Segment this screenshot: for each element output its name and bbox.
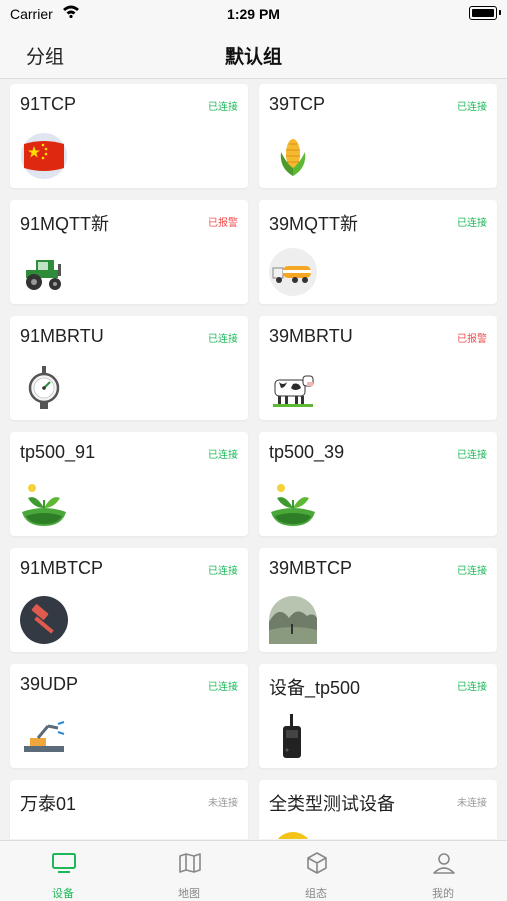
- device-card[interactable]: 设备_tp500 已连接: [259, 664, 497, 768]
- tab-bar: 设备 地图 组态 我的: [0, 840, 507, 901]
- device-status: 已连接: [457, 450, 487, 461]
- device-card[interactable]: 39MBTCP 已连接: [259, 548, 497, 652]
- device-status: 已连接: [208, 102, 238, 113]
- device-name: tp500_91: [20, 442, 96, 462]
- cube-icon: [307, 852, 327, 874]
- device-name: 91TCP: [20, 94, 77, 114]
- device-card[interactable]: 91MBRTU 已连接: [10, 316, 248, 420]
- device-name: 91MBRTU: [20, 326, 104, 346]
- tab-map[interactable]: 地图: [126, 841, 252, 901]
- device-status: 已报警: [208, 218, 238, 229]
- page-title: 默认组: [224, 47, 282, 68]
- tanker-truck-icon: [269, 248, 317, 296]
- device-name: 设备_tp500: [269, 678, 361, 698]
- device-status: 已连接: [457, 566, 487, 577]
- partial-yellow-icon: [277, 832, 309, 839]
- device-name: 39MBRTU: [269, 326, 353, 346]
- landscape-photo-icon: [269, 596, 317, 644]
- device-card[interactable]: tp500_91 已连接: [10, 432, 248, 536]
- device-name: tp500_39: [269, 442, 345, 462]
- corn-icon: [280, 139, 306, 176]
- pressure-gauge-icon: [28, 366, 60, 409]
- device-status: 已连接: [208, 682, 238, 693]
- sprout-icon: [22, 484, 66, 526]
- device-card[interactable]: 91MBTCP 已连接: [10, 548, 248, 652]
- device-status: 已连接: [208, 334, 238, 345]
- monitor-icon: [52, 853, 76, 873]
- device-card[interactable]: 91MQTT新 已报警: [10, 200, 248, 304]
- device-name: 39TCP: [269, 94, 326, 114]
- device-name: 91MBTCP: [20, 558, 104, 578]
- device-status: 已连接: [457, 682, 487, 693]
- device-name: 39MBTCP: [269, 558, 353, 578]
- walkie-talkie-icon: [283, 714, 301, 758]
- tractor-icon: [26, 260, 61, 290]
- tab-label: 组态: [305, 888, 327, 900]
- tab-profile[interactable]: 我的: [380, 841, 506, 901]
- device-name: 39MQTT新: [269, 214, 359, 234]
- device-status: 未连接: [457, 798, 487, 809]
- device-status: 未连接: [208, 798, 238, 809]
- tab-label: 设备: [52, 888, 74, 900]
- device-card[interactable]: 39UDP 已连接: [10, 664, 248, 768]
- battery-icon: [469, 6, 501, 20]
- device-name: 39UDP: [20, 674, 79, 694]
- hammer-icon: [20, 596, 68, 644]
- user-icon: [433, 853, 455, 874]
- device-status: 已连接: [457, 102, 487, 113]
- tab-label: 我的: [432, 888, 454, 900]
- device-status: 已报警: [457, 334, 487, 345]
- china-flag-icon: [21, 133, 67, 179]
- device-name: 91MQTT新: [20, 214, 110, 234]
- map-icon: [179, 853, 201, 873]
- tab-configuration[interactable]: 组态: [253, 841, 379, 901]
- device-name: 万泰01: [20, 794, 77, 814]
- device-status: 已连接: [208, 450, 238, 461]
- cow-icon: [273, 375, 314, 407]
- status-bar: Carrier 1:29 PM: [0, 0, 507, 30]
- tab-devices[interactable]: 设备: [0, 841, 126, 901]
- clock-label: 1:29 PM: [227, 6, 280, 22]
- navigation-bar: 分组 默认组: [0, 30, 507, 79]
- device-card[interactable]: 39MBRTU 已报警: [259, 316, 497, 420]
- device-card[interactable]: tp500_39 已连接: [259, 432, 497, 536]
- device-card[interactable]: 91TCP 已连接: [10, 84, 248, 188]
- device-name: 全类型测试设备: [269, 794, 395, 814]
- robot-arm-icon: [24, 721, 65, 752]
- device-card[interactable]: 全类型测试设备 未连接: [259, 780, 497, 839]
- tab-label: 地图: [178, 888, 200, 900]
- device-card[interactable]: 万泰01 未连接: [10, 780, 248, 839]
- device-status: 已连接: [208, 566, 238, 577]
- device-card[interactable]: 39TCP 已连接: [259, 84, 497, 188]
- device-grid[interactable]: 91TCP 已连接 39TCP 已连接 91MQTT新 已报警 39MQTT新 …: [0, 79, 507, 839]
- device-card[interactable]: 39MQTT新 已连接: [259, 200, 497, 304]
- sprout-icon: [271, 484, 315, 526]
- device-status: 已连接: [457, 218, 487, 229]
